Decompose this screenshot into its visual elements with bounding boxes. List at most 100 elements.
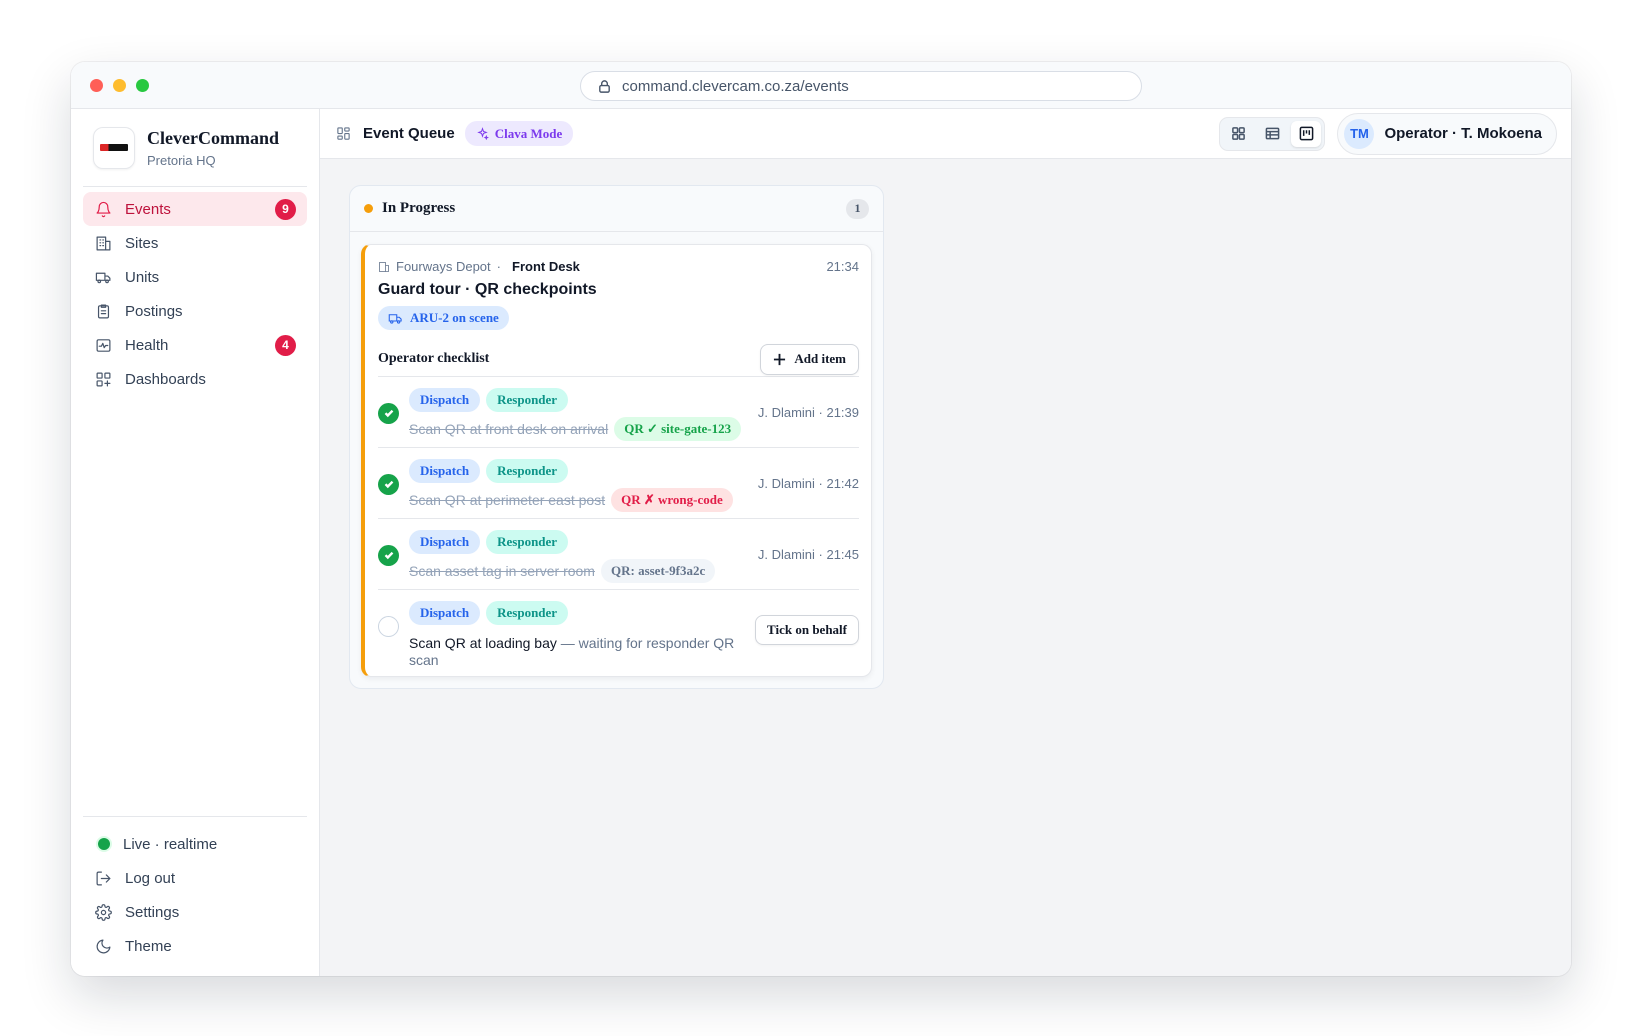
sidebar-item-units[interactable]: Units [83, 260, 307, 294]
completed-check-icon[interactable] [378, 544, 399, 566]
topbar: Event Queue Clava Mode TM Operator · T. … [320, 109, 1571, 159]
logout-button[interactable]: Log out [83, 861, 307, 895]
completed-by: J. Dlamini · 21:42 [757, 475, 859, 491]
grid-plus-icon [96, 372, 111, 386]
responder-tag: Responder [486, 529, 569, 554]
meta-separator: · [496, 259, 501, 274]
table-icon [1265, 127, 1280, 140]
live-status: Live · realtime [83, 827, 307, 861]
checklist-item: Dispatch Responder Scan QR at loading ba… [378, 590, 859, 668]
activity-icon [96, 338, 111, 352]
live-status-dot [98, 838, 110, 850]
column-count: 1 [846, 198, 869, 219]
unit-status-label: ARU-2 on scene [410, 310, 499, 325]
sidebar-item-label: Sites [125, 234, 159, 252]
truck-icon [388, 313, 402, 324]
truck-icon [95, 272, 111, 283]
completed-by: J. Dlamini · 21:39 [757, 404, 859, 420]
logout-icon [96, 871, 111, 885]
sidebar-item-health[interactable]: Health 4 [83, 328, 307, 362]
responder-tag: Responder [486, 458, 569, 483]
status-dot [364, 204, 373, 213]
checklist-title: Operator checklist [378, 351, 490, 366]
grid-icon [1232, 127, 1245, 140]
clava-mode-toggle[interactable]: Clava Mode [464, 121, 574, 146]
checklist-item-label: Scan QR at loading bay [409, 634, 557, 651]
maximize-window-button[interactable] [136, 79, 149, 92]
operator-menu[interactable]: TM Operator · T. Mokoena [1337, 112, 1557, 155]
sidebar-item-postings[interactable]: Postings [83, 294, 307, 328]
page-title: Event Queue [363, 125, 455, 142]
browser-window: command.clevercam.co.za/events CleverCom… [71, 62, 1571, 976]
bell-icon [96, 201, 111, 217]
close-window-button[interactable] [90, 79, 103, 92]
plus-icon [774, 353, 786, 365]
site-name: Fourways Depot [396, 259, 491, 274]
checklist: Dispatch Responder Scan QR at front desk… [378, 377, 859, 668]
queue-icon [337, 127, 350, 140]
address-bar[interactable]: command.clevercam.co.za/events [580, 71, 1142, 101]
minimize-window-button[interactable] [113, 79, 126, 92]
checklist-item-text: Scan QR at front desk on arrival [409, 420, 609, 437]
sidebar-item-events[interactable]: Events 9 [83, 192, 307, 226]
dispatch-tag: Dispatch [409, 458, 481, 483]
grid-view-button[interactable] [1223, 121, 1253, 147]
responder-tag: Responder [486, 387, 569, 412]
main-nav: Events 9 Sites Units Postings Health 4 D… [83, 192, 307, 396]
main-content: Event Queue Clava Mode TM Operator · T. … [320, 109, 1571, 976]
theme-button[interactable]: Theme [83, 929, 307, 963]
checklist-item: Dispatch Responder Scan asset tag in ser… [378, 519, 859, 590]
qr-result-badge: QR: asset-9f3a2c [600, 558, 716, 583]
sidebar-item-dashboards[interactable]: Dashboards [83, 362, 307, 396]
sparkles-icon [476, 127, 489, 140]
tick-on-behalf-button[interactable]: Tick on behalf [755, 614, 859, 645]
sidebar-item-label: Postings [125, 302, 183, 320]
qr-result-badge: QR ✗ wrong-code [611, 487, 733, 512]
kanban-icon [1299, 126, 1314, 141]
unit-status-badge: ARU-2 on scene [378, 306, 509, 330]
settings-button[interactable]: Settings [83, 895, 307, 929]
responder-tag: Responder [486, 600, 569, 625]
board-view-button[interactable] [1291, 120, 1322, 147]
theme-label: Theme [125, 937, 172, 955]
pending-checkbox[interactable] [378, 615, 399, 637]
health-count-badge: 4 [275, 334, 296, 356]
completed-check-icon[interactable] [378, 402, 399, 424]
event-card[interactable]: Fourways Depot · Front Desk 21:34 Guard … [361, 244, 872, 677]
dispatch-tag: Dispatch [409, 387, 481, 412]
sidebar-item-label: Health [125, 336, 169, 354]
clava-mode-label: Clava Mode [494, 125, 563, 141]
sidebar-item-sites[interactable]: Sites [83, 226, 307, 260]
site-location: Front Desk [512, 259, 580, 274]
add-item-button[interactable]: Add item [760, 343, 859, 375]
brand-logo [93, 126, 135, 169]
view-switcher [1219, 116, 1326, 151]
event-time: 21:34 [826, 259, 859, 274]
settings-label: Settings [125, 903, 180, 921]
column-in-progress: In Progress 1 Fourways Depot · Front Des… [349, 185, 884, 689]
clipboard-icon [97, 304, 110, 318]
brand-location: Pretoria HQ [147, 152, 216, 168]
completed-check-icon[interactable] [378, 473, 399, 495]
brand-name: CleverCommand [147, 127, 279, 148]
moon-icon [96, 939, 111, 953]
sidebar-item-label: Dashboards [125, 370, 206, 388]
sidebar-item-label: Events [125, 200, 171, 218]
logout-label: Log out [125, 869, 176, 887]
lock-icon [599, 79, 610, 93]
gear-icon [95, 903, 112, 921]
avatar: TM [1344, 118, 1375, 149]
sidebar-item-label: Units [125, 268, 160, 286]
dispatch-tag: Dispatch [409, 529, 481, 554]
add-item-label: Add item [794, 351, 846, 366]
checklist-item-text: Scan QR at loading bay — waiting for res… [409, 635, 749, 669]
building-icon [379, 261, 389, 272]
column-title: In Progress [382, 200, 456, 216]
checklist-item: Dispatch Responder Scan QR at perimeter … [378, 448, 859, 519]
live-status-label: Live · realtime [123, 835, 218, 853]
qr-result-badge: QR ✓ site-gate-123 [614, 416, 742, 441]
dispatch-tag: Dispatch [409, 600, 481, 625]
checklist-item-text: Scan asset tag in server room [409, 562, 595, 579]
checklist-item: Dispatch Responder Scan QR at front desk… [378, 377, 859, 448]
table-view-button[interactable] [1257, 121, 1287, 147]
